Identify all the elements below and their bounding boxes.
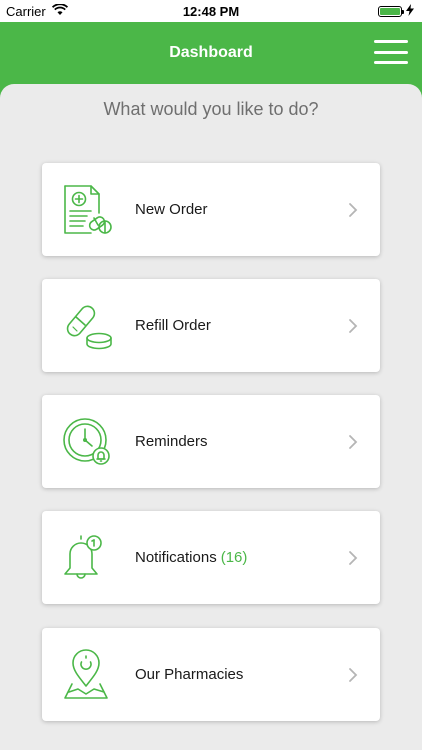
clock-icon xyxy=(59,414,115,470)
page-title: Dashboard xyxy=(169,44,253,61)
notifications-button[interactable]: Notifications (16) xyxy=(42,511,380,604)
carrier-label: Carrier xyxy=(6,3,46,19)
charging-bolt-icon xyxy=(406,3,414,19)
status-right xyxy=(378,3,414,19)
nav-bar: Dashboard xyxy=(0,22,422,82)
reminders-button[interactable]: Reminders xyxy=(42,395,380,488)
pill-icon xyxy=(59,298,115,354)
menu-icon-line xyxy=(374,40,408,43)
card-label: Notifications (16) xyxy=(135,549,346,566)
chevron-right-icon xyxy=(346,318,360,334)
wifi-icon xyxy=(51,2,68,19)
bell-icon xyxy=(59,530,115,586)
status-left: Carrier xyxy=(6,2,68,19)
refill-order-button[interactable]: Refill Order xyxy=(42,279,380,372)
map-pin-icon xyxy=(59,647,115,703)
status-bar: Carrier 12:48 PM xyxy=(0,0,422,22)
card-label: New Order xyxy=(135,201,208,218)
card-label: Refill Order xyxy=(135,317,211,334)
new-order-button[interactable]: New Order xyxy=(42,163,380,256)
prescription-icon xyxy=(59,182,115,238)
menu-button[interactable] xyxy=(374,40,408,64)
menu-icon-line xyxy=(374,61,408,64)
battery-icon xyxy=(378,5,404,17)
prompt-text: What would you like to do? xyxy=(103,99,319,119)
chevron-right-icon xyxy=(346,434,360,450)
card-label: Reminders xyxy=(135,433,208,450)
notifications-count-badge: (16) xyxy=(220,549,248,566)
chevron-right-icon xyxy=(346,550,360,566)
menu-icon-line xyxy=(374,50,408,54)
our-pharmacies-button[interactable]: Our Pharmacies xyxy=(42,628,380,721)
card-label: Our Pharmacies xyxy=(135,666,244,683)
dashboard-content: What would you like to do? New Order Ref… xyxy=(0,84,422,750)
chevron-right-icon xyxy=(346,202,360,218)
notifications-label: Notifications xyxy=(135,549,217,566)
chevron-right-icon xyxy=(346,667,360,683)
